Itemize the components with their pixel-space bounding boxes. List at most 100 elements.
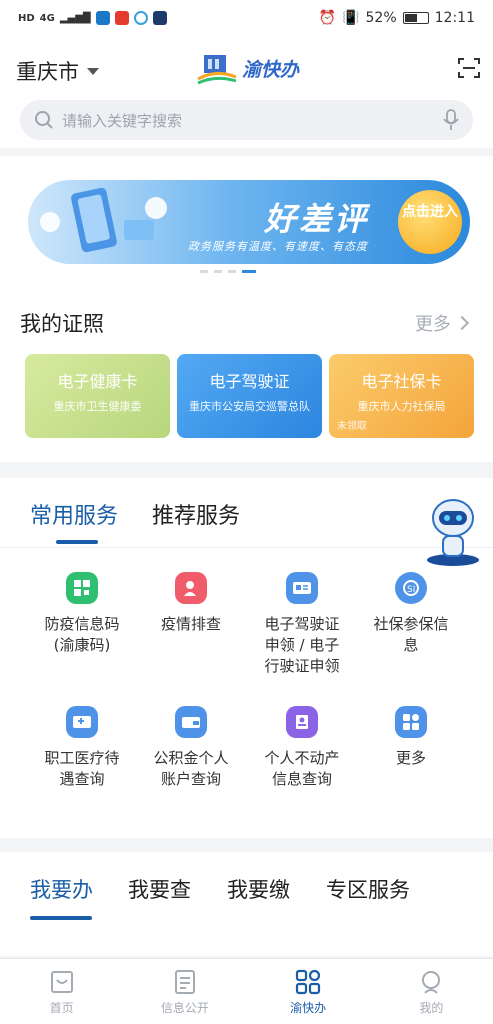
svg-text:SI: SI: [407, 585, 415, 595]
health-card[interactable]: 电子健康卡 重庆市卫生健康委: [25, 354, 170, 438]
app-header: 重庆市 渝快办 请输入关键字搜索: [0, 36, 493, 148]
service-epidemic-check[interactable]: 疫情排查: [131, 572, 251, 635]
search-input[interactable]: 请输入关键字搜索: [62, 110, 443, 131]
qr-code-icon: [66, 572, 98, 604]
card-title: 电子健康卡: [57, 372, 138, 391]
signal-label: 4G: [39, 12, 55, 24]
service-label: 防疫信息码 (渝康码): [44, 615, 120, 654]
alarm-icon: ⏰: [318, 10, 337, 26]
more-label: 更多: [415, 314, 451, 335]
clock: 12:11: [434, 10, 475, 26]
section-title: 我的证照: [20, 312, 104, 336]
nav-label: 我的: [419, 1001, 444, 1015]
carousel-indicator: [200, 270, 256, 273]
tab-i-want-to-pay[interactable]: 我要缴: [227, 874, 290, 904]
nav-home[interactable]: 首页: [0, 959, 123, 1024]
app-logo: 渝快办: [196, 48, 299, 88]
nav-label: 渝快办: [290, 1001, 327, 1015]
service-label: 职工医疗待 遇查询: [44, 749, 120, 788]
status-right: ⏰ 📳 52% 12:11: [319, 10, 475, 26]
driver-license-card[interactable]: 电子驾驶证 重庆市公安局交巡警总队: [177, 354, 322, 438]
battery-icon: [402, 12, 429, 24]
caret-down-icon: [87, 67, 99, 75]
vibrate-icon: 📳: [342, 10, 360, 26]
logo-building-icon: [197, 55, 237, 85]
microphone-icon[interactable]: [443, 109, 459, 131]
nav-profile[interactable]: 我的: [370, 959, 493, 1024]
profile-icon: [422, 971, 441, 994]
apps-grid-icon: [296, 969, 321, 995]
card-issuer: 重庆市人力社保局: [357, 400, 446, 413]
network-label: HD: [18, 12, 35, 24]
social-security-icon: SI: [395, 572, 427, 604]
card-issuer: 重庆市公安局交巡警总队: [189, 400, 310, 413]
status-bar: HD 4G ▂▄▆█ ⏰ 📳 52% 12:11: [0, 0, 493, 36]
banner-title: 好差评: [264, 200, 370, 238]
tab-underline: [30, 916, 92, 920]
tab-common-services[interactable]: 常用服务: [30, 498, 118, 530]
certificates-more-link[interactable]: 更多: [415, 310, 470, 336]
document-icon: [174, 970, 195, 994]
nav-yukuaiban[interactable]: 渝快办: [247, 959, 370, 1024]
service-label: 更多: [395, 749, 426, 767]
nav-label: 信息公开: [160, 1001, 209, 1015]
service-label: 个人不动产 信息查询: [264, 749, 340, 788]
wallet-icon: [175, 706, 207, 738]
service-label: 社保参保信 息: [373, 615, 449, 654]
status-left: HD 4G ▂▄▆█: [18, 11, 167, 25]
nav-label: 首页: [49, 1001, 74, 1015]
scan-icon[interactable]: [457, 56, 481, 80]
app-notification-icon: [114, 11, 129, 25]
banner-button-label: 点击进入: [402, 204, 458, 220]
my-certificates-section: 我的证照 更多 电子健康卡 重庆市卫生健康委 电子驾驶证 重庆市公安局交巡警总队…: [0, 286, 493, 462]
card-status-tag: 未领取: [337, 421, 367, 432]
city-label: 重庆市: [16, 60, 79, 84]
person-search-icon: [175, 572, 207, 604]
tab-recommended-services[interactable]: 推荐服务: [152, 498, 240, 530]
nav-info-disclosure[interactable]: 信息公开: [123, 959, 246, 1024]
service-real-estate[interactable]: 个人不动产 信息查询: [242, 706, 362, 790]
services-section: 常用服务 推荐服务 防疫信息码 (渝康码) 疫情排查 电子驾驶证 申领 / 电子…: [0, 478, 493, 838]
tab-i-want-to-handle[interactable]: 我要办: [30, 874, 93, 904]
card-title: 电子驾驶证: [209, 372, 290, 391]
task-tabs-section: 我要办 我要查 我要缴 专区服务: [0, 852, 493, 956]
service-label: 疫情排查: [160, 615, 221, 633]
card-title: 电子社保卡: [361, 372, 442, 391]
service-more[interactable]: 更多: [351, 706, 471, 769]
home-icon: [50, 971, 73, 993]
app-notification-icon: [152, 11, 167, 25]
banner-subtitle: 政务服务有温度、有速度、有态度: [188, 240, 368, 253]
service-social-insurance[interactable]: SI 社保参保信 息: [351, 572, 471, 656]
property-icon: [286, 706, 318, 738]
license-card-icon: [286, 572, 318, 604]
app-notification-icon: [95, 11, 110, 25]
logo-text: 渝快办: [242, 58, 300, 81]
carousel-dot[interactable]: [200, 270, 208, 273]
bottom-navigation: 首页 信息公开 渝快办 我的: [0, 958, 493, 1024]
carousel-dot[interactable]: [214, 270, 222, 273]
social-security-card[interactable]: 电子社保卡 重庆市人力社保局 未领取: [329, 354, 474, 438]
carousel-dot[interactable]: [228, 270, 236, 273]
search-bar[interactable]: 请输入关键字搜索: [20, 100, 473, 140]
service-housing-fund[interactable]: 公积金个人 账户查询: [131, 706, 251, 790]
tab-i-want-to-query[interactable]: 我要查: [128, 874, 191, 904]
service-medical-benefits[interactable]: 职工医疗待 遇查询: [22, 706, 142, 790]
service-driver-license[interactable]: 电子驾驶证 申领 / 电子 行驶证申领: [242, 572, 362, 677]
tab-underline: [56, 540, 98, 544]
app-notification-icon: [133, 11, 148, 25]
tab-special-zone[interactable]: 专区服务: [326, 874, 410, 904]
service-label: 公积金个人 账户查询: [153, 749, 229, 788]
signal-bars-icon: ▂▄▆█: [59, 12, 91, 24]
chevron-right-icon: [454, 315, 470, 331]
banner-enter-button[interactable]: 点击进入: [398, 190, 462, 254]
banner-section: 好差评 政务服务有温度、有速度、有态度 点击进入: [0, 156, 493, 286]
promo-banner[interactable]: 好差评 政务服务有温度、有速度、有态度 点击进入: [28, 180, 470, 264]
carousel-dot-active[interactable]: [242, 270, 256, 273]
service-health-code[interactable]: 防疫信息码 (渝康码): [22, 572, 142, 656]
service-tabs: 常用服务 推荐服务: [0, 478, 493, 548]
assistant-robot-icon[interactable]: [423, 494, 483, 568]
banner-illustration: [40, 187, 167, 253]
service-label: 电子驾驶证 申领 / 电子 行驶证申领: [264, 615, 340, 675]
search-icon: [35, 111, 53, 129]
city-selector[interactable]: 重庆市: [16, 56, 99, 86]
